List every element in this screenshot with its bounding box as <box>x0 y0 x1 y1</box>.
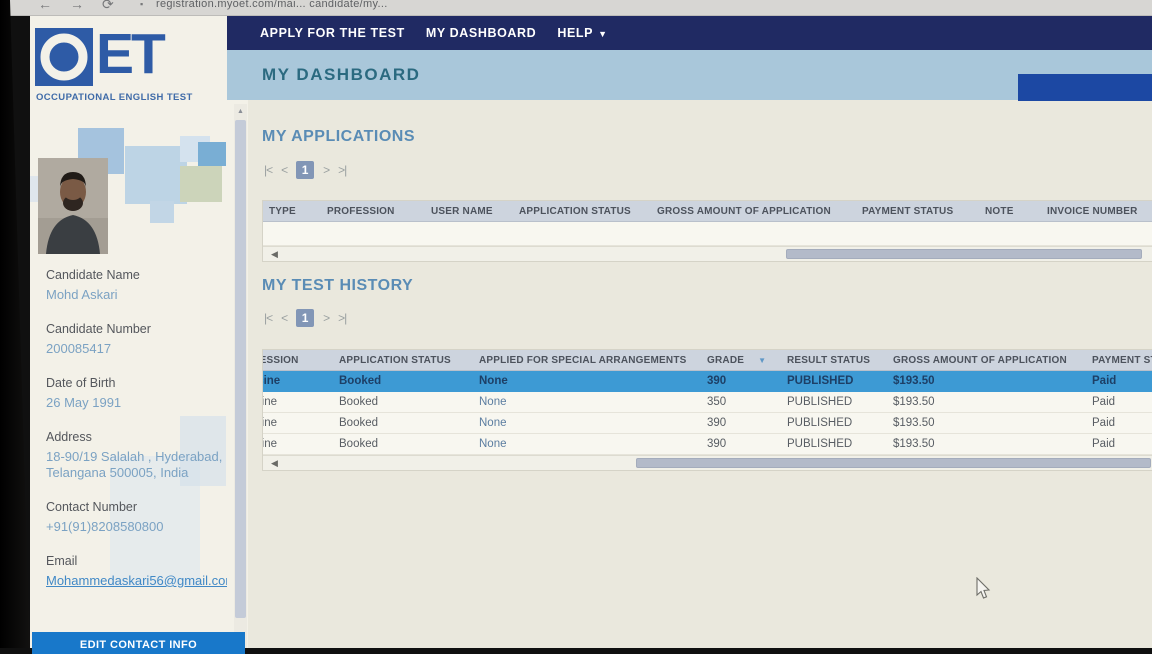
top-navigation: APPLY FOR THE TEST MY DASHBOARD HELP ▼ <box>227 16 1152 50</box>
applications-pagination: |< < 1 > >| <box>264 161 347 179</box>
applications-header-row: TYPE PROFESSION USER NAME APPLICATION ST… <box>263 201 1152 222</box>
oet-logo-letters: ET <box>96 22 166 86</box>
scroll-up-icon[interactable]: ▲ <box>234 105 247 118</box>
column-header-payment-status[interactable]: PAYMENT STATUS <box>856 201 979 222</box>
last-page-button[interactable]: >| <box>338 163 347 177</box>
candidate-photo <box>38 158 108 254</box>
first-page-button[interactable]: |< <box>264 311 273 325</box>
nav-help[interactable]: HELP ▼ <box>557 26 607 40</box>
nav-apply-for-the-test[interactable]: APPLY FOR THE TEST <box>260 26 405 40</box>
test-history-row[interactable]: Medicine Booked None 390 PUBLISHED $193.… <box>263 370 1152 392</box>
field-label: Contact Number <box>46 500 138 514</box>
sidebar-scrollbar[interactable]: ▲ ▼ <box>234 104 247 648</box>
test-history-header-row: PROFESSION APPLICATION STATUS APPLIED FO… <box>263 350 1152 371</box>
sidebar-scrollbar-thumb[interactable] <box>235 120 246 618</box>
test-history-table: PROFESSION APPLICATION STATUS APPLIED FO… <box>262 349 1152 471</box>
dashboard-content: MY APPLICATIONS |< < 1 > >| TYPE PROFESS… <box>248 100 1152 648</box>
column-header-grade[interactable]: GRADE ▼ <box>701 350 781 371</box>
column-header-user-name[interactable]: USER NAME <box>425 201 513 222</box>
mosaic-square <box>198 142 226 166</box>
scroll-left-icon[interactable]: ◀ <box>271 458 278 469</box>
column-header-result-status[interactable]: RESULT STATUS <box>781 350 887 371</box>
mosaic-square <box>125 146 187 204</box>
field-label: Date of Birth <box>46 376 116 390</box>
browser-forward-icon[interactable]: → <box>70 0 84 12</box>
mosaic-square <box>150 201 174 223</box>
column-header-special-arrangements[interactable]: APPLIED FOR SPECIAL ARRANGEMENTS <box>473 350 701 371</box>
first-page-button[interactable]: |< <box>264 163 273 177</box>
page-title: MY DASHBOARD <box>262 65 421 84</box>
field-email: Email Mohammedaskari56@gmail.com <box>46 554 227 589</box>
field-label: Candidate Name <box>46 268 140 282</box>
next-page-button[interactable]: > <box>323 163 330 177</box>
nav-my-dashboard[interactable]: MY DASHBOARD <box>426 26 536 40</box>
url-text[interactable]: registration.myoet.com/mai... candidate/… <box>156 0 388 10</box>
candidate-details: Candidate Name Mohd Askari Candidate Num… <box>46 268 227 608</box>
oet-logo-o-icon <box>35 28 93 86</box>
test-history-pagination: |< < 1 > >| <box>264 309 347 327</box>
column-header-gross-amount[interactable]: GROSS AMOUNT OF APPLICATION <box>887 350 1086 371</box>
field-address: Address 18-90/19 Salalah , Hyderabad, Te… <box>46 430 227 481</box>
my-test-history-title: MY TEST HISTORY <box>262 277 414 294</box>
column-header-gross-amount[interactable]: GROSS AMOUNT OF APPLICATION <box>651 201 856 222</box>
horizontal-scrollbar-thumb[interactable] <box>636 458 1151 468</box>
mosaic-square <box>180 166 222 202</box>
field-contact-number: Contact Number +91(91)8208580800 <box>46 500 227 535</box>
applications-hscrollbar[interactable]: ◀ <box>263 246 1152 261</box>
site-lock-icon: ▪ <box>140 0 144 9</box>
field-value: 18-90/19 Salalah , Hyderabad, Telangana … <box>46 449 223 480</box>
column-header-note[interactable]: NOTE <box>979 201 1041 222</box>
sort-descending-icon[interactable]: ▼ <box>758 356 766 365</box>
field-value: Mohd Askari <box>46 287 118 302</box>
column-header-payment-status[interactable]: PAYMENT STATUS <box>1086 350 1152 371</box>
candidate-sidebar: ET OCCUPATIONAL ENGLISH TEST Candidate N… <box>30 16 227 648</box>
browser-address-bar[interactable]: ← → ⟳ ▪ registration.myoet.com/mai... ca… <box>0 0 1152 16</box>
chevron-down-icon: ▼ <box>598 29 608 39</box>
column-header-invoice-number[interactable]: INVOICE NUMBER <box>1041 201 1152 222</box>
email-link[interactable]: Mohammedaskari56@gmail.com <box>46 573 227 589</box>
test-history-row[interactable]: Medicine Booked None 350 PUBLISHED $193.… <box>263 391 1152 413</box>
prev-page-button[interactable]: < <box>281 311 288 325</box>
column-header-profession[interactable]: PROFESSION <box>263 350 333 371</box>
applications-table: TYPE PROFESSION USER NAME APPLICATION ST… <box>262 200 1152 262</box>
column-header-application-status[interactable]: APPLICATION STATUS <box>513 201 651 222</box>
field-date-of-birth: Date of Birth 26 May 1991 <box>46 376 227 411</box>
last-page-button[interactable]: >| <box>338 311 347 325</box>
column-header-type[interactable]: TYPE <box>263 201 321 222</box>
my-applications-title: MY APPLICATIONS <box>262 128 415 145</box>
column-header-application-status[interactable]: APPLICATION STATUS <box>333 350 473 371</box>
field-value: 26 May 1991 <box>46 395 122 410</box>
test-history-row[interactable]: Medicine Booked None 390 PUBLISHED $193.… <box>263 433 1152 455</box>
edit-contact-info-button[interactable]: EDIT CONTACT INFO <box>32 632 245 654</box>
page-number-button[interactable]: 1 <box>296 161 315 179</box>
empty-row <box>263 221 1152 246</box>
field-candidate-number: Candidate Number 200085417 <box>46 322 227 357</box>
page-number-button[interactable]: 1 <box>296 309 315 327</box>
field-label: Address <box>46 430 92 444</box>
column-header-profession[interactable]: PROFESSION <box>321 201 425 222</box>
test-history-hscrollbar[interactable]: ◀ <box>263 455 1152 470</box>
field-value: 200085417 <box>46 341 112 356</box>
field-label: Email <box>46 554 78 568</box>
field-candidate-name: Candidate Name Mohd Askari <box>46 268 227 303</box>
test-history-row[interactable]: Medicine Booked None 390 PUBLISHED $193.… <box>263 412 1152 434</box>
field-value: +91(91)8208580800 <box>46 519 164 534</box>
next-page-button[interactable]: > <box>323 311 330 325</box>
prev-page-button[interactable]: < <box>281 163 288 177</box>
browser-back-icon[interactable]: ← <box>38 0 52 12</box>
oet-logo: ET <box>35 22 166 86</box>
scroll-left-icon[interactable]: ◀ <box>271 249 278 260</box>
header-right-button[interactable] <box>1018 74 1152 101</box>
browser-reload-icon[interactable]: ⟳ <box>102 0 114 13</box>
field-label: Candidate Number <box>46 322 151 336</box>
screen-bezel <box>0 0 30 648</box>
horizontal-scrollbar-thumb[interactable] <box>786 249 1142 259</box>
page-header-band: MY DASHBOARD <box>227 50 1152 101</box>
oet-logo-subtitle: OCCUPATIONAL ENGLISH TEST <box>36 92 193 103</box>
